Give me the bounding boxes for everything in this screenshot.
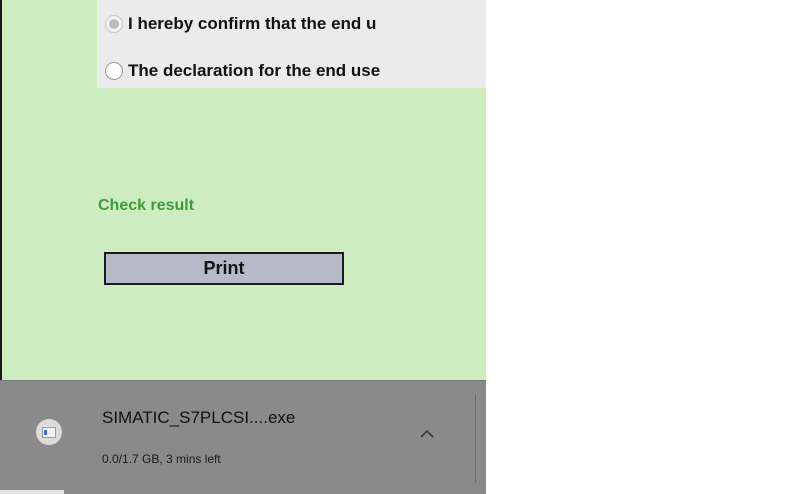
radio-option-confirm[interactable]: I hereby confirm that the end u	[105, 12, 376, 36]
radio-label-declaration: The declaration for the end use	[128, 61, 381, 80]
download-bar: SIMATIC_S7PLCSI....exe 0.0/1.7 GB, 3 min…	[0, 380, 486, 494]
file-icon	[36, 419, 62, 445]
chevron-up-icon[interactable]	[414, 421, 440, 447]
main-content: I hereby confirm that the end u The decl…	[2, 0, 486, 380]
radio-option-declaration[interactable]: The declaration for the end use	[105, 59, 380, 83]
radio-label-confirm: I hereby confirm that the end u	[128, 14, 377, 33]
download-bar-divider	[475, 395, 476, 483]
check-result-label: Check result	[98, 197, 195, 214]
bottom-edge-strip	[0, 490, 64, 494]
download-file-name[interactable]: SIMATIC_S7PLCSI....exe	[102, 408, 295, 428]
declaration-radio-group: I hereby confirm that the end u The decl…	[97, 0, 486, 88]
download-status: 0.0/1.7 GB, 3 mins left	[102, 452, 221, 466]
radio-button-declaration[interactable]	[105, 62, 123, 80]
print-button[interactable]: Print	[104, 252, 344, 285]
radio-button-confirm[interactable]	[105, 15, 123, 33]
